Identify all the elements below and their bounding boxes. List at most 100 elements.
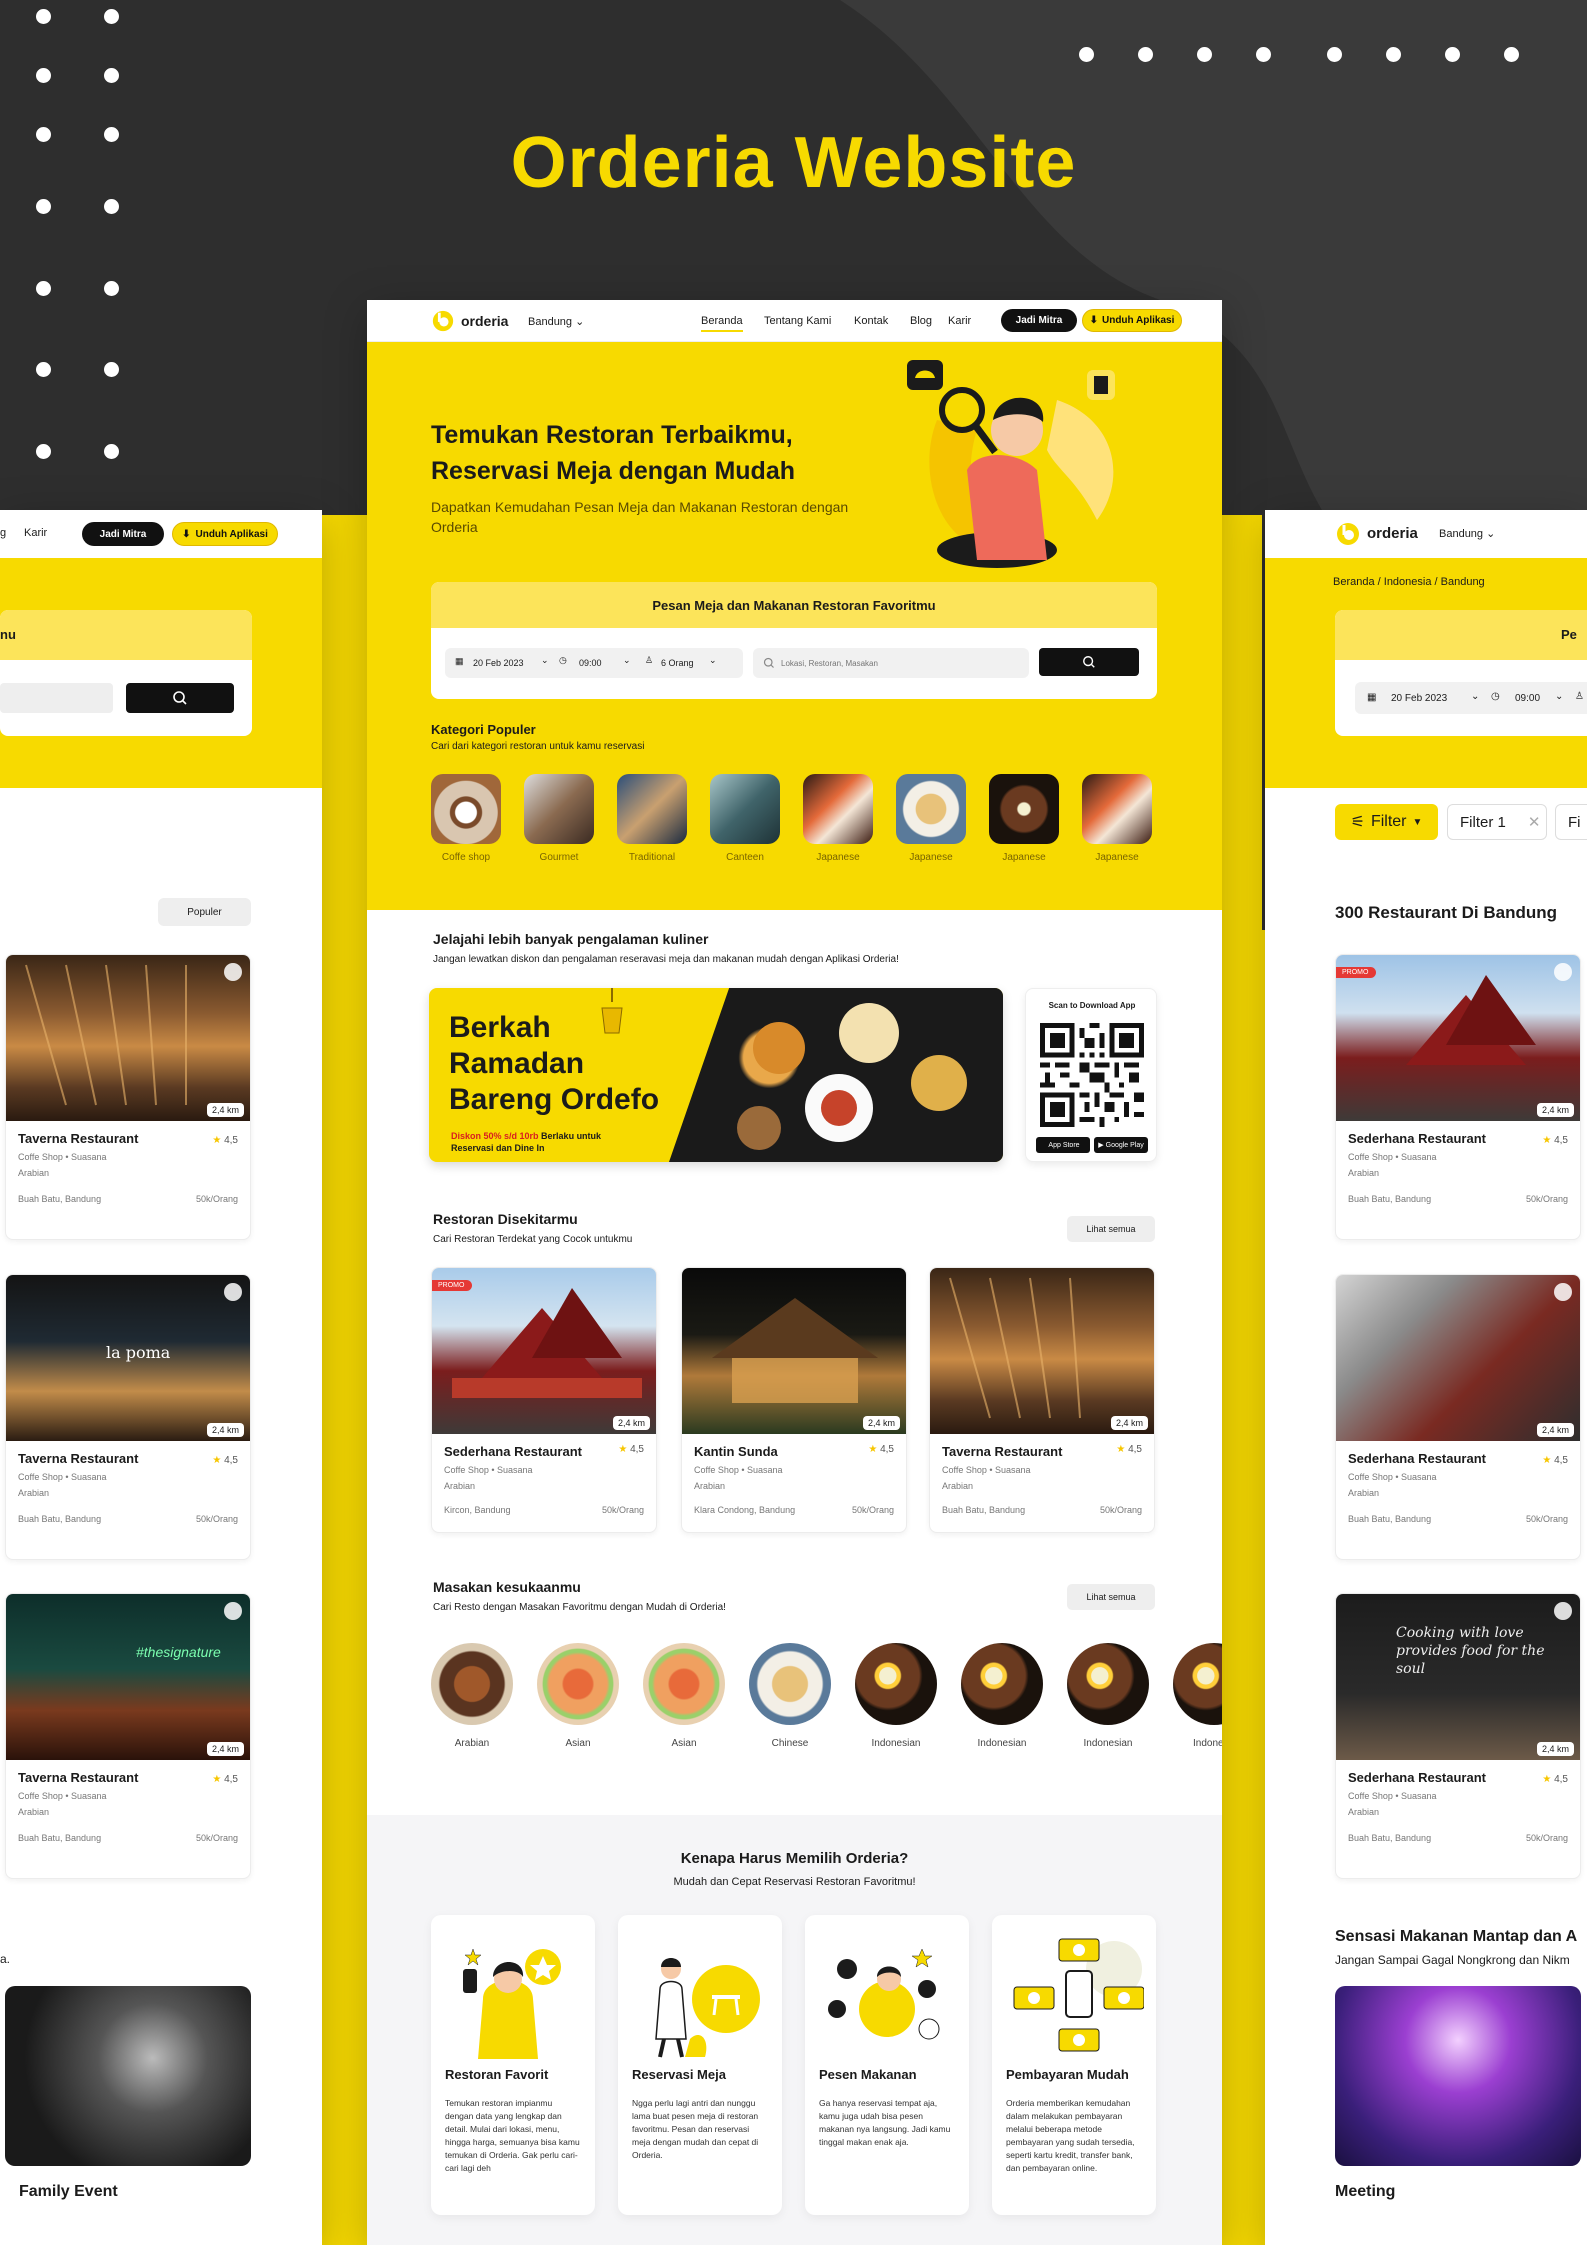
favorite-heart-icon[interactable] [1554,1602,1572,1620]
category-gourmet[interactable] [524,774,594,844]
restaurant-photo: la poma 2,4 km [6,1275,250,1441]
nearby-see-all-button[interactable]: Lihat semua [1067,1216,1155,1242]
event-photo[interactable] [5,1986,251,2166]
city-dropdown[interactable]: Bandung ⌄ [1439,527,1495,540]
restaurant-location: Buah Batu, Bandung [18,1194,102,1204]
rating: ★ 4,5 [618,1444,644,1455]
brand-logo[interactable]: orderia [461,313,508,329]
nav-link-blog[interactable]: g [0,527,6,539]
category-japanese[interactable] [896,774,966,844]
cuisine-see-all-button[interactable]: Lihat semua [1067,1584,1155,1610]
search-button[interactable] [1039,648,1139,676]
why-subtitle: Mudah dan Cepat Reservasi Restoran Favor… [673,1876,916,1888]
cuisine-title: Masakan kesukaanmu [433,1579,581,1595]
cuisine-label: Indonesian [1083,1738,1133,1749]
restaurant-card[interactable]: Cooking with love provides food for the … [1335,1593,1581,1879]
rating: ★ 4,5 [212,1774,238,1785]
category-label: Japanese [1095,852,1139,863]
promo-banner[interactable]: Berkah Ramadan Bareng Ordefo Diskon 50% s/… [429,988,1003,1162]
restaurant-card[interactable]: #thesignature 2,4 km Taverna Restaurant … [5,1593,251,1879]
close-icon[interactable]: ✕ [1528,813,1541,831]
favorite-heart-icon[interactable] [1554,963,1572,981]
right-search-fields[interactable]: ▦ 20 Feb 2023 ⌄ ◷ 09:00 ⌄ ♙ [1355,682,1587,714]
nav-link-karir[interactable]: Karir [24,527,47,539]
city-dropdown[interactable]: Bandung ⌄ [528,315,584,328]
cuisine-subtitle: Cari Resto dengan Masakan Favoritmu deng… [433,1602,726,1613]
breadcrumb[interactable]: Beranda / Indonesia / Bandung [1333,576,1485,588]
jadi-mitra-button[interactable]: Jadi Mitra [82,522,164,546]
promo-section-title: Jelajahi lebih banyak pengalaman kuliner [433,931,709,947]
qr-label: Scan to Download App [1048,1001,1136,1010]
star-icon: ★ [1542,1774,1552,1785]
cuisine-asian[interactable] [643,1643,725,1725]
orderia-logo-icon [1337,523,1359,545]
category-japanese[interactable] [1082,774,1152,844]
hero-section: Temukan Restoran Terbaikmu, Reservasi Mej… [367,342,1222,910]
filter-button[interactable]: ⚟ Filter ▼ [1335,804,1438,840]
category-japanese[interactable] [803,774,873,844]
restaurant-card[interactable]: 2,4 km Taverna Restaurant ★ 4,5 Coffe Sh… [5,954,251,1240]
time-field[interactable]: 09:00 [1515,693,1540,704]
restaurant-card[interactable]: la poma 2,4 km Taverna Restaurant ★ 4,5 … [5,1274,251,1560]
booking-fields: ▦ 20 Feb 2023 ⌄ ◷ 09:00 ⌄ ♙ 6 Orang ⌄ [445,648,743,678]
cuisine-list: Arabian Asian Asian Chinese Indonesian I… [431,1643,1222,1753]
nav-link-tentang-kami[interactable]: Tentang Kami [764,315,831,327]
qr-code[interactable] [1040,1023,1144,1127]
date-field[interactable]: 20 Feb 2023 [473,658,524,668]
restaurant-tags: Coffe Shop • Suasana [694,1465,783,1475]
favorite-heart-icon[interactable] [224,1283,242,1301]
filter-chip[interactable]: Fi [1555,804,1587,840]
restaurant-card[interactable]: PROMO 2,4 km Sederhana Restaurant ★ 4,5 … [1335,954,1581,1240]
time-field[interactable]: 09:00 [579,658,602,668]
cuisine-arabian[interactable] [431,1643,513,1725]
search-input[interactable] [781,654,1021,672]
category-canteen[interactable] [710,774,780,844]
category-japanese[interactable] [989,774,1059,844]
app-store-button[interactable]: App Store [1036,1137,1090,1153]
restaurant-location: Buah Batu, Bandung [1348,1514,1432,1524]
nav-link-beranda[interactable]: Beranda [701,315,743,332]
restaurant-card[interactable]: 2,4 km Sederhana Restaurant ★ 4,5 Coffe … [1335,1274,1581,1560]
jadi-mitra-button[interactable]: Jadi Mitra [1001,309,1077,332]
unduh-aplikasi-button[interactable]: ⬇ Unduh Aplikasi [1082,309,1182,332]
guest-icon: ♙ [645,655,654,665]
left-search-button[interactable] [126,683,234,713]
cuisine-asian[interactable] [537,1643,619,1725]
brand-logo[interactable]: orderia [1367,525,1418,542]
rating: ★ 4,5 [1542,1135,1568,1146]
nav-link-karir[interactable]: Karir [948,315,971,327]
favorite-heart-icon[interactable] [224,963,242,981]
restaurant-card[interactable]: PROMO 2,4 km Sederhana Restaurant ★ 4,5 … [431,1267,657,1533]
cuisine-indonesian[interactable] [1067,1643,1149,1725]
nav-link-kontak[interactable]: Kontak [854,315,888,327]
cuisine-indonesian[interactable] [1173,1643,1222,1725]
event-photo[interactable] [1335,1986,1581,2166]
restaurant-location: Klara Condong, Bandung [694,1505,796,1515]
favorite-heart-icon[interactable] [224,1602,242,1620]
nearby-title: Restoran Disekitarmu [433,1211,578,1227]
category-coffee-shop[interactable] [431,774,501,844]
cuisine-chinese[interactable] [749,1643,831,1725]
restaurant-tags: Coffe Shop • Suasana [444,1465,533,1475]
cuisine-indonesian[interactable] [855,1643,937,1725]
category-traditional[interactable] [617,774,687,844]
filter-chip[interactable]: Filter 1 ✕ [1447,804,1547,840]
google-play-button[interactable]: ▶ Google Play [1094,1137,1148,1153]
feature-card: Reservasi Meja Ngga perlu lagi antri dan… [618,1915,782,2215]
banner-fineprint: Diskon 50% s/d 10rb Berlaku untuk Reserva… [451,1131,602,1153]
restaurant-card[interactable]: 2,4 km Taverna Restaurant ★ 4,5 Coffe Sh… [929,1267,1155,1533]
restaurant-photo: PROMO 2,4 km [1336,955,1580,1121]
feature-text: Ngga perlu lagi antri dan nunggu lama bu… [632,2098,759,2160]
left-search-input[interactable] [0,683,113,713]
calendar-icon: ▦ [455,656,464,666]
guests-field[interactable]: 6 Orang [661,658,694,668]
nav-link-blog[interactable]: Blog [910,315,932,327]
date-field[interactable]: 20 Feb 2023 [1391,693,1447,704]
restaurant-name: Taverna Restaurant [18,1131,139,1146]
cuisine-indonesian[interactable] [961,1643,1043,1725]
sort-dropdown[interactable]: Populer [158,898,251,926]
unduh-aplikasi-button[interactable]: ⬇ Unduh Aplikasi [172,522,278,546]
search-field[interactable] [753,648,1029,678]
restaurant-card[interactable]: 2,4 km Kantin Sunda ★ 4,5 Coffe Shop • S… [681,1267,907,1533]
favorite-heart-icon[interactable] [1554,1283,1572,1301]
